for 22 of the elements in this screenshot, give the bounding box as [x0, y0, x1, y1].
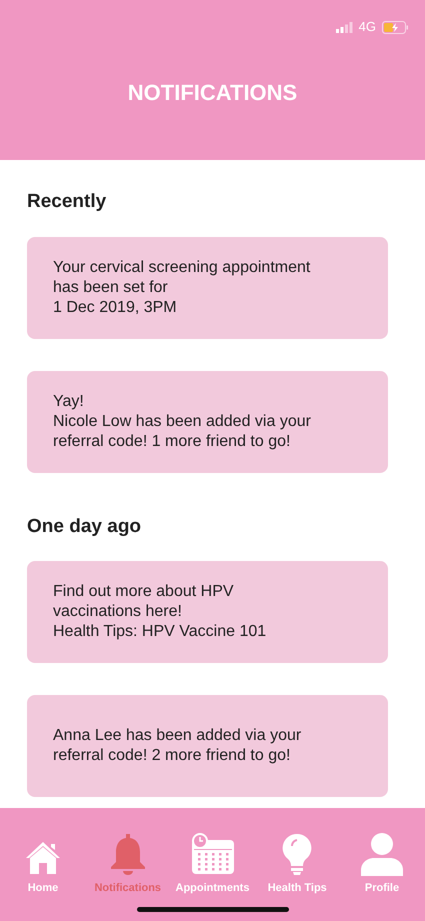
page-title: NOTIFICATIONS: [128, 78, 298, 106]
notification-card[interactable]: Yay! Nicole Low has been added via your referral code! 1 more friend to go!: [27, 370, 388, 472]
nav-tab[interactable]: Notifications: [86, 832, 169, 896]
nav-tab[interactable]: Profile: [341, 832, 423, 896]
lightbulb-icon: [281, 832, 314, 876]
notification-message: Your cervical screening appointment has been set for 1 Dec 2019, 3PM: [53, 258, 310, 318]
section-heading: One day ago: [27, 514, 142, 538]
notification-card[interactable]: Your cervical screening appointment has been set for 1 Dec 2019, 3PM: [27, 236, 388, 338]
notification-card[interactable]: Find out more about HPV vaccinations here! Health Tips: HPV Vaccine 101: [27, 561, 388, 663]
section-heading: Recently: [27, 190, 108, 214]
notification-card[interactable]: Anna Lee has been added via your referral code! 2 more friend to go!: [27, 695, 388, 797]
notification-message: Yay! Nicole Low has been added via your referral code! 1 more friend to go!: [53, 392, 311, 452]
person-icon: [359, 832, 405, 876]
signal-icon: [336, 22, 353, 32]
nav-tab[interactable]: Health Tips: [256, 832, 338, 896]
battery-icon: [382, 20, 409, 34]
nav-tab[interactable]: Home: [2, 838, 84, 896]
nav-tab[interactable]: Appointments: [172, 832, 254, 896]
calendar-icon: [190, 832, 236, 876]
notification-message: Anna Lee has been added via your referral code! 2 more friend to go!: [53, 726, 302, 766]
network-label: 4G: [358, 18, 376, 36]
notification-message: Find out more about HPV vaccinations here! Health Tips: HPV Vaccine 101: [53, 582, 266, 642]
